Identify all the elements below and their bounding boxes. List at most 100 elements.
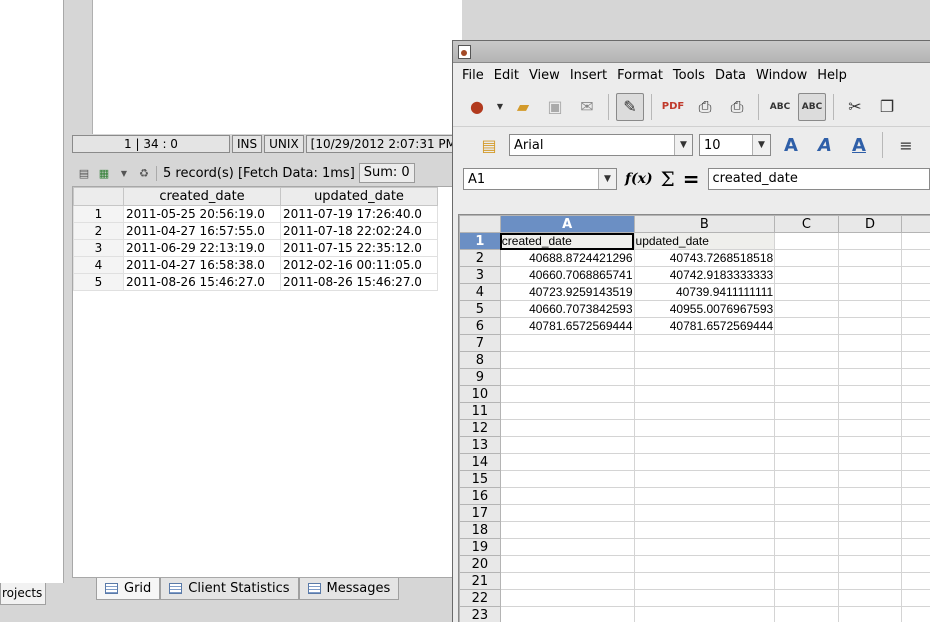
row-header[interactable]: 19 [459,538,501,556]
cell-d[interactable] [838,368,903,386]
cell-d[interactable] [838,249,903,267]
cell-d[interactable] [838,538,903,556]
cell-a[interactable] [500,538,635,556]
row-header[interactable]: 21 [459,572,501,590]
cell-e[interactable] [901,402,930,420]
cell-c[interactable] [774,487,839,505]
row-header[interactable]: 9 [459,368,501,386]
cell-e[interactable] [901,419,930,437]
cell-c[interactable] [774,538,839,556]
cell-e[interactable] [901,436,930,454]
cell-a[interactable] [500,419,635,437]
spreadsheet-grid[interactable]: A B C D 1 created_date updated_date 2 40688.… [458,214,930,622]
column-header-e[interactable] [901,215,930,233]
save-icon[interactable]: ▣ [541,93,569,121]
row-header[interactable]: 2 [459,249,501,267]
cell-c[interactable] [774,504,839,522]
cell-created-date[interactable]: 2011-04-27 16:58:38.0 [123,256,281,274]
row-header[interactable]: 6 [459,317,501,335]
cell-c[interactable] [774,385,839,403]
styles-icon[interactable]: ▤ [475,131,503,159]
cell-d[interactable] [838,266,903,284]
row-header[interactable]: 7 [459,334,501,352]
cell-c[interactable] [774,419,839,437]
row-number[interactable]: 4 [73,256,124,274]
row-header[interactable]: 1 [459,232,501,250]
cell-a[interactable]: created_date [500,232,635,250]
cell-a[interactable]: 40660.7068865741 [500,266,635,284]
cell-c[interactable] [774,555,839,573]
tab-messages[interactable]: Messages [298,578,400,600]
cell-e[interactable] [901,368,930,386]
table-row[interactable]: 1 2011-05-25 20:56:19.0 2011-07-19 17:26:4… [73,205,438,223]
cell-e[interactable] [901,453,930,471]
tab-client-statistics[interactable]: Client Statistics [160,578,299,600]
result-grid[interactable]: created_date updated_date 1 2011-05-25 20… [72,186,456,578]
underline-a-icon[interactable]: A [845,135,873,156]
bold-a-icon[interactable]: A [777,135,805,156]
menu-window[interactable]: Window [751,68,812,83]
cell-b[interactable] [634,402,776,420]
cell-b[interactable] [634,470,776,488]
cell-c[interactable] [774,334,839,352]
cell-c[interactable] [774,470,839,488]
formula-input[interactable]: created_date [707,168,930,190]
cell-d[interactable] [838,470,903,488]
auto-spellcheck-icon[interactable]: ABC [798,92,826,121]
open-folder-icon[interactable]: ▰ [509,93,537,121]
chevron-down-icon[interactable]: ▼ [674,135,692,155]
cell-b[interactable] [634,521,776,539]
pdf-icon[interactable]: PDF [659,93,687,121]
cell-e[interactable] [901,589,930,607]
menu-tools[interactable]: Tools [668,68,710,83]
cell-c[interactable] [774,402,839,420]
cell-b[interactable] [634,487,776,505]
cell-b[interactable] [634,555,776,573]
cell-e[interactable] [901,385,930,403]
cell-e[interactable] [901,606,930,622]
cell-b[interactable] [634,589,776,607]
cell-b[interactable]: 40743.7268518518 [634,249,776,267]
cell-e[interactable] [901,249,930,267]
column-header-updated-date[interactable]: updated_date [280,187,438,206]
row-header[interactable]: 15 [459,470,501,488]
row-number[interactable]: 1 [73,205,124,223]
cell-e[interactable] [901,334,930,352]
cell-e[interactable] [901,232,930,250]
cell-c[interactable] [774,606,839,622]
menu-edit[interactable]: Edit [489,68,524,83]
cell-c[interactable] [774,283,839,301]
cell-c[interactable] [774,572,839,590]
cell-c[interactable] [774,436,839,454]
row-number[interactable]: 2 [73,222,124,240]
email-icon[interactable]: ✉ [573,93,601,121]
cell-a[interactable] [500,555,635,573]
cell-b[interactable] [634,436,776,454]
cell-updated-date[interactable]: 2011-08-26 15:46:27.0 [280,273,438,291]
cell-b[interactable] [634,351,776,369]
cell-d[interactable] [838,521,903,539]
cell-d[interactable] [838,453,903,471]
cell-e[interactable] [901,266,930,284]
cell-d[interactable] [838,436,903,454]
cell-b[interactable]: 40739.9411111111 [634,283,776,301]
cell-a[interactable] [500,402,635,420]
cell-d[interactable] [838,317,903,335]
cell-d[interactable] [838,487,903,505]
cell-a[interactable] [500,334,635,352]
row-header[interactable]: 14 [459,453,501,471]
row-header[interactable]: 11 [459,402,501,420]
tab-grid[interactable]: Grid [96,578,161,600]
table-row[interactable]: 5 2011-08-26 15:46:27.0 2011-08-26 15:46:2… [73,273,438,291]
cell-updated-date[interactable]: 2011-07-18 22:02:24.0 [280,222,438,240]
cell-a[interactable]: 40688.8724421296 [500,249,635,267]
row-header[interactable]: 23 [459,606,501,622]
sql-editor[interactable] [92,0,462,134]
menu-insert[interactable]: Insert [565,68,612,83]
cell-d[interactable] [838,402,903,420]
chevron-down-icon[interactable]: ▼ [752,135,770,155]
cell-e[interactable] [901,555,930,573]
cell-created-date[interactable]: 2011-08-26 15:46:27.0 [123,273,281,291]
cell-b[interactable] [634,419,776,437]
row-header[interactable]: 12 [459,419,501,437]
